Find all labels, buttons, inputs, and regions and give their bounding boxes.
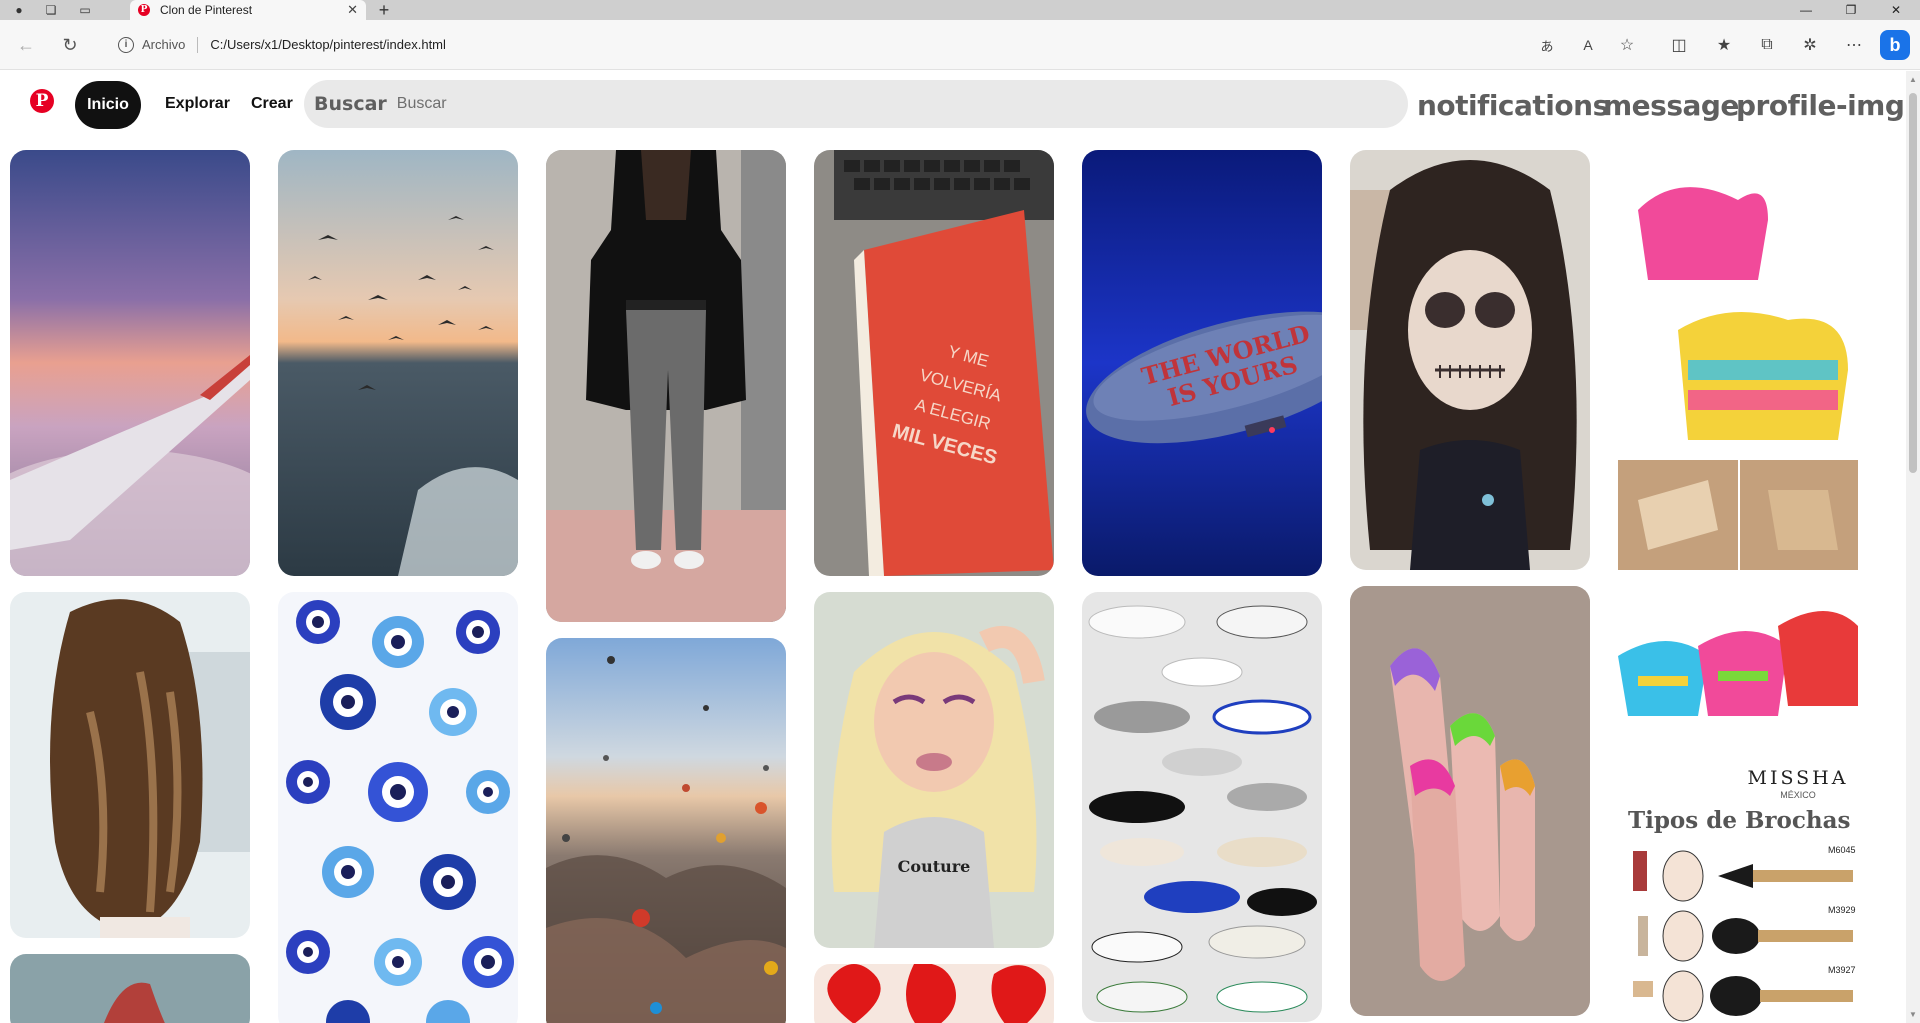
notifications-link[interactable]: notifications (1417, 89, 1609, 122)
pin-image (546, 638, 786, 1023)
pin-image (1618, 150, 1858, 570)
translate-icon[interactable]: あ (1535, 33, 1559, 57)
pin-red-book[interactable]: Y ME VOLVERÍA A ELEGIR MIL VECES (814, 150, 1054, 576)
address-scheme: Archivo (142, 37, 186, 52)
new-tab-button[interactable]: + (374, 0, 394, 20)
address-url[interactable]: C:/Users/x1/Desktop/pinterest/index.html (210, 37, 446, 52)
messages-link[interactable]: message (1603, 89, 1739, 122)
workspaces-icon[interactable]: ❏ (42, 2, 60, 18)
pin-red-hearts[interactable] (814, 964, 1054, 1023)
back-icon[interactable]: ← (14, 33, 38, 57)
address-separator (197, 36, 199, 53)
search-bar[interactable]: Buscar (304, 80, 1408, 128)
minimize-button[interactable]: — (1784, 0, 1828, 20)
more-menu-icon[interactable]: ⋯ (1842, 33, 1866, 57)
browser-tab[interactable]: P Clon de Pinterest ✕ (130, 0, 366, 20)
brushes-title: Tipos de Brochas (1628, 807, 1850, 834)
page-viewport: P Inicio Explorar Crear Buscar notificat… (0, 71, 1920, 1023)
read-aloud-icon[interactable]: A (1576, 33, 1600, 57)
scroll-down-icon[interactable]: ▼ (1909, 1010, 1917, 1019)
bing-copilot-icon[interactable]: b (1880, 30, 1910, 60)
refresh-icon[interactable]: ↻ (58, 33, 82, 57)
pin-french-nails[interactable] (1350, 586, 1590, 1016)
home-button[interactable]: Inicio (75, 81, 141, 129)
shirt-text: Couture (898, 857, 971, 876)
scroll-up-icon[interactable]: ▲ (1909, 75, 1917, 84)
close-window-button[interactable]: ✕ (1874, 0, 1918, 20)
site-info-icon[interactable]: i (118, 36, 134, 53)
pin-skull-makeup[interactable] (1350, 150, 1590, 570)
tab-title: Clon de Pinterest (160, 3, 253, 17)
pin-image (814, 964, 1054, 1023)
brush-code-2: M3929 (1828, 905, 1856, 915)
pin-mini-pinatas[interactable] (1618, 150, 1858, 570)
page-scrollbar[interactable]: ▲ ▼ (1906, 71, 1920, 1023)
collections-icon[interactable]: ⧉ (1755, 33, 1779, 57)
profile-image[interactable]: profile-img (1736, 89, 1905, 122)
extensions-icon[interactable]: ✲ (1798, 33, 1822, 57)
pin-image (10, 954, 250, 1023)
favorite-star-icon[interactable]: ☆ (1615, 33, 1639, 57)
pin-image (1350, 586, 1590, 1016)
scrollbar-thumb[interactable] (1909, 93, 1917, 473)
pin-image (10, 150, 250, 576)
create-link[interactable]: Crear (251, 95, 293, 113)
pin-image (1082, 592, 1322, 1022)
pin-evil-eye[interactable] (278, 592, 518, 1023)
pin-makeup-brushes[interactable]: MISSHA MÉXICO Tipos de Brochas M6045 M39… (1618, 736, 1858, 1023)
pin-partial-landscape[interactable] (10, 954, 250, 1023)
restore-button[interactable]: ❐ (1829, 0, 1873, 20)
tab-close-icon[interactable]: ✕ (347, 2, 358, 18)
address-bar[interactable]: i Archivo C:/Users/x1/Desktop/pinterest/… (104, 29, 1524, 60)
search-input[interactable] (396, 95, 1297, 113)
pin-blazer-outfit[interactable] (546, 150, 786, 622)
brand-country: MÉXICO (1780, 790, 1816, 800)
pin-image (278, 150, 518, 576)
pin-blimp[interactable]: THE WORLD IS YOURS (1082, 150, 1322, 576)
pin-pinatas-row[interactable] (1618, 586, 1858, 736)
browser-titlebar: ● ❏ ▭ P Clon de Pinterest ✕ + — ❐ ✕ (0, 0, 1920, 20)
pin-image: Couture (814, 592, 1054, 948)
pin-image: THE WORLD IS YOURS (1082, 150, 1322, 576)
pin-image (1350, 150, 1590, 570)
pin-hot-air-balloons[interactable] (546, 638, 786, 1023)
pin-image: Y ME VOLVERÍA A ELEGIR MIL VECES (814, 150, 1054, 576)
pinterest-header: P Inicio Explorar Crear Buscar notificat… (0, 71, 1906, 151)
split-screen-icon[interactable]: ◫ (1667, 33, 1691, 57)
pin-wavy-hair[interactable] (10, 592, 250, 938)
pin-image (1618, 586, 1858, 736)
pin-sunset-wing[interactable] (10, 150, 250, 576)
pinterest-favicon-icon: P (138, 4, 150, 16)
brush-code-1: M6045 (1828, 845, 1856, 855)
tab-actions-icon[interactable]: ▭ (76, 2, 94, 18)
profile-icon[interactable]: ● (10, 2, 28, 18)
pin-image (278, 592, 518, 1023)
favorites-icon[interactable]: ★ (1712, 33, 1736, 57)
pin-image (10, 592, 250, 938)
explore-link[interactable]: Explorar (165, 95, 230, 113)
search-label: Buscar (314, 93, 387, 115)
pin-image (546, 150, 786, 622)
brush-code-3: M3927 (1828, 965, 1856, 975)
pinterest-logo-icon[interactable]: P (30, 89, 54, 113)
pin-bratz-doll[interactable]: Couture (814, 592, 1054, 948)
pin-image: MISSHA MÉXICO Tipos de Brochas M6045 M39… (1618, 736, 1858, 1023)
browser-toolbar: ← ↻ i Archivo C:/Users/x1/Desktop/pinter… (0, 20, 1920, 70)
pin-sneakers[interactable] (1082, 592, 1322, 1022)
pin-seagulls-sea[interactable] (278, 150, 518, 576)
brand-name: MISSHA (1748, 767, 1849, 789)
